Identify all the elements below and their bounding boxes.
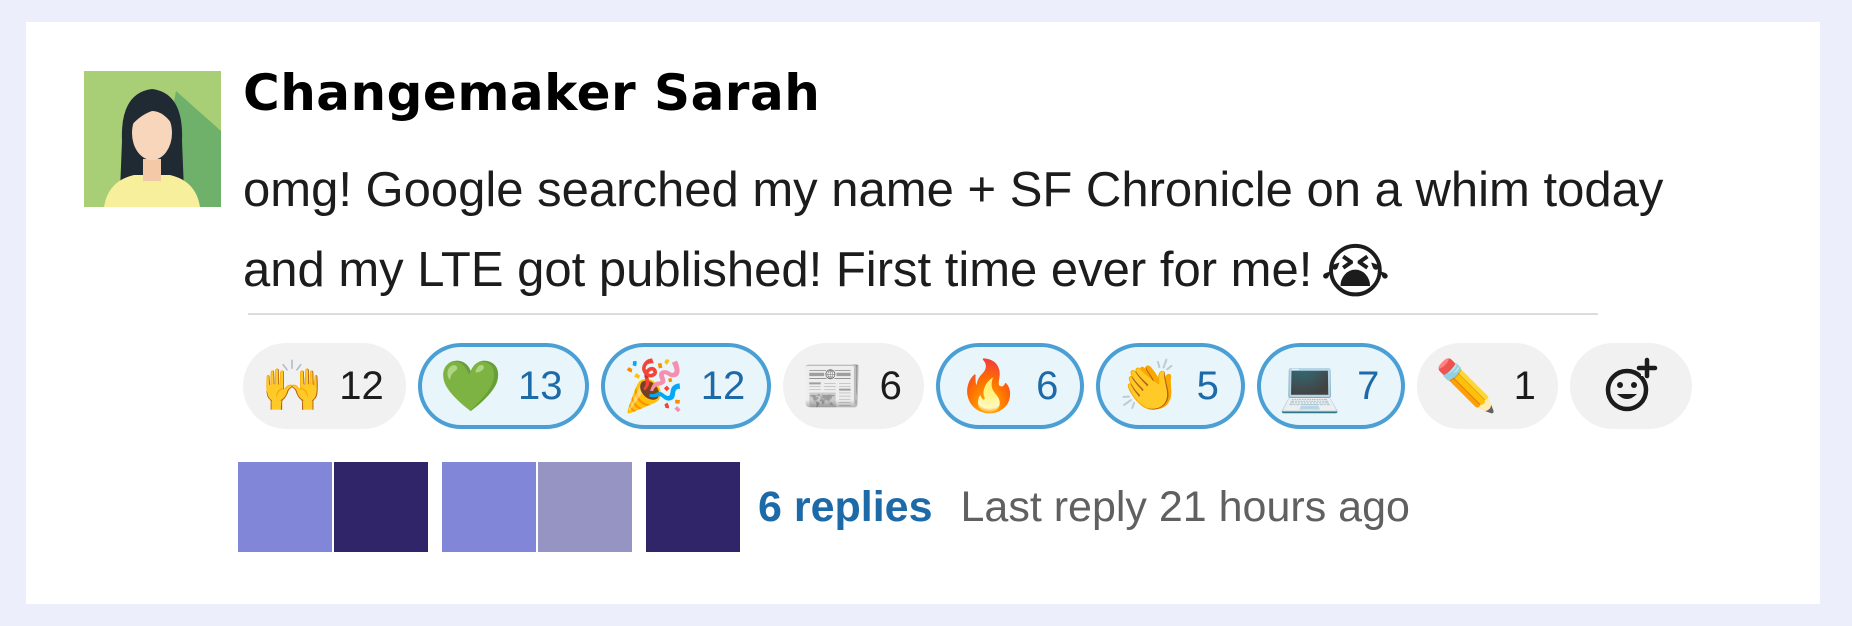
newspaper-emoji: 📰 — [801, 358, 864, 414]
reaction-count: 12 — [339, 363, 384, 408]
reply-avatar[interactable] — [334, 462, 428, 552]
clapping-hands-emoji: 👏 — [1118, 358, 1181, 414]
add-reaction-icon — [1605, 357, 1658, 412]
message-text: omg! Google searched my name + SF Chroni… — [243, 150, 1723, 312]
pencil-emoji: ✏️ — [1435, 358, 1498, 414]
reaction-raised-hands[interactable]: 🙌 12 — [243, 343, 406, 429]
reaction-count: 13 — [518, 363, 563, 408]
reply-count-link[interactable]: 6 replies — [758, 483, 933, 532]
author-avatar[interactable] — [84, 71, 221, 207]
reaction-count: 12 — [700, 363, 746, 408]
thread-summary[interactable]: 6 replies Last reply 21 hours ago — [238, 462, 1410, 552]
reaction-count: 6 — [879, 363, 902, 408]
reaction-clapping-hands[interactable]: 👏 5 — [1096, 343, 1245, 429]
reaction-count: 5 — [1196, 363, 1219, 408]
message-body: omg! Google searched my name + SF Chroni… — [243, 163, 1664, 297]
divider — [248, 313, 1598, 315]
reaction-green-heart[interactable]: 💚 13 — [417, 343, 589, 429]
author-name[interactable]: Changemaker Sarah — [243, 64, 820, 122]
fire-emoji: 🔥 — [957, 358, 1021, 414]
reaction-bar: 🙌 12 💚 13 🎉 12 📰 6 🔥 6 👏 5 💻 7 ✏️ 1 — [243, 343, 1692, 429]
raised-hands-emoji: 🙌 — [261, 358, 324, 414]
crying-face-emoji: 😭 — [1320, 238, 1391, 305]
reply-avatar[interactable] — [442, 462, 536, 552]
reply-avatar[interactable] — [646, 462, 740, 552]
reply-avatar[interactable] — [238, 462, 332, 552]
reaction-laptop[interactable]: 💻 7 — [1256, 343, 1406, 429]
party-popper-emoji: 🎉 — [622, 358, 685, 414]
add-reaction-button[interactable] — [1569, 343, 1692, 429]
reaction-party-popper[interactable]: 🎉 12 — [600, 343, 772, 429]
laptop-emoji: 💻 — [1278, 358, 1342, 414]
reaction-count: 6 — [1036, 363, 1059, 408]
green-heart-emoji: 💚 — [439, 358, 503, 414]
reply-avatar[interactable] — [538, 462, 632, 552]
reaction-count: 7 — [1357, 363, 1380, 408]
reaction-pencil[interactable]: ✏️ 1 — [1417, 343, 1558, 429]
last-reply-time: Last reply 21 hours ago — [960, 482, 1410, 531]
reaction-count: 1 — [1513, 363, 1536, 408]
reaction-newspaper[interactable]: 📰 6 — [783, 343, 924, 429]
reaction-fire[interactable]: 🔥 6 — [935, 343, 1085, 429]
